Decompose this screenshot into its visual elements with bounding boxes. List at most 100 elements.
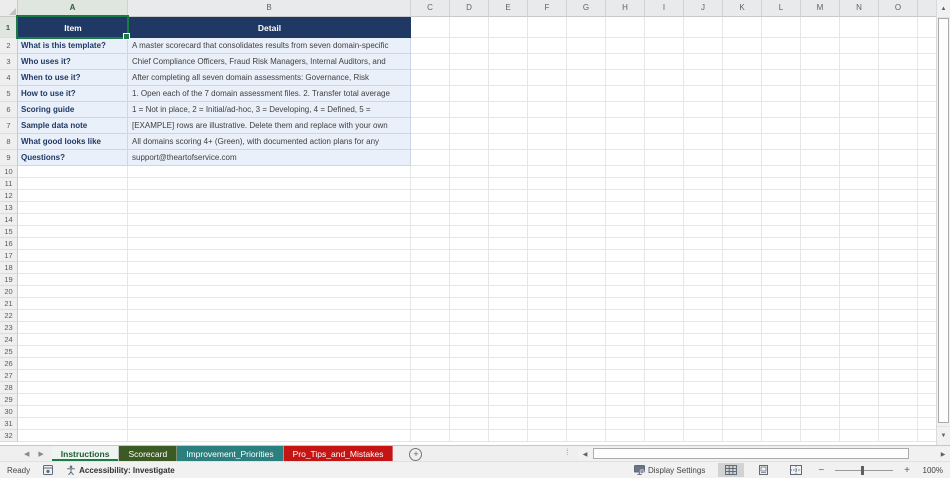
cell-H32[interactable] bbox=[606, 430, 645, 442]
cell-C29[interactable] bbox=[411, 394, 450, 406]
cell-C5[interactable] bbox=[411, 86, 450, 102]
cell-I10[interactable] bbox=[645, 166, 684, 178]
cell-I27[interactable] bbox=[645, 370, 684, 382]
cell-B6[interactable]: 1 = Not in place, 2 = Initial/ad-hoc, 3 … bbox=[128, 102, 411, 118]
cell-B31[interactable] bbox=[128, 418, 411, 430]
cell-H11[interactable] bbox=[606, 178, 645, 190]
cell-M22[interactable] bbox=[801, 310, 840, 322]
cell-G13[interactable] bbox=[567, 202, 606, 214]
row-header-23[interactable]: 23 bbox=[0, 322, 18, 334]
cell-M18[interactable] bbox=[801, 262, 840, 274]
cell-O18[interactable] bbox=[879, 262, 918, 274]
cell-O16[interactable] bbox=[879, 238, 918, 250]
row-header-18[interactable]: 18 bbox=[0, 262, 18, 274]
cell-A12[interactable] bbox=[18, 190, 128, 202]
cell-B16[interactable] bbox=[128, 238, 411, 250]
cell-E3[interactable] bbox=[489, 54, 528, 70]
cell-A26[interactable] bbox=[18, 358, 128, 370]
cell-D8[interactable] bbox=[450, 134, 489, 150]
zoom-level[interactable]: 100% bbox=[919, 466, 943, 475]
cell-I3[interactable] bbox=[645, 54, 684, 70]
cell-K19[interactable] bbox=[723, 274, 762, 286]
cell-O26[interactable] bbox=[879, 358, 918, 370]
cell-O17[interactable] bbox=[879, 250, 918, 262]
cell-L10[interactable] bbox=[762, 166, 801, 178]
cell-E15[interactable] bbox=[489, 226, 528, 238]
cell-N24[interactable] bbox=[840, 334, 879, 346]
cell-L32[interactable] bbox=[762, 430, 801, 442]
row-header-14[interactable]: 14 bbox=[0, 214, 18, 226]
cell-J1[interactable] bbox=[684, 17, 723, 38]
cell-I25[interactable] bbox=[645, 346, 684, 358]
column-header-M[interactable]: M bbox=[801, 0, 840, 17]
cell-L26[interactable] bbox=[762, 358, 801, 370]
cell-C23[interactable] bbox=[411, 322, 450, 334]
cell-H5[interactable] bbox=[606, 86, 645, 102]
cell-I20[interactable] bbox=[645, 286, 684, 298]
cell-H23[interactable] bbox=[606, 322, 645, 334]
zoom-slider-thumb[interactable] bbox=[861, 466, 864, 475]
cell-I1[interactable] bbox=[645, 17, 684, 38]
cell-M27[interactable] bbox=[801, 370, 840, 382]
cell-F22[interactable] bbox=[528, 310, 567, 322]
cell-G19[interactable] bbox=[567, 274, 606, 286]
column-header-J[interactable]: J bbox=[684, 0, 723, 17]
cell-M10[interactable] bbox=[801, 166, 840, 178]
cell-C20[interactable] bbox=[411, 286, 450, 298]
cell-G20[interactable] bbox=[567, 286, 606, 298]
cell-M26[interactable] bbox=[801, 358, 840, 370]
cell-K3[interactable] bbox=[723, 54, 762, 70]
cell-J21[interactable] bbox=[684, 298, 723, 310]
cell-M23[interactable] bbox=[801, 322, 840, 334]
cell-H10[interactable] bbox=[606, 166, 645, 178]
cell-A3[interactable]: Who uses it? bbox=[18, 54, 128, 70]
cell-N12[interactable] bbox=[840, 190, 879, 202]
row-header-5[interactable]: 5 bbox=[0, 86, 18, 102]
cell-G1[interactable] bbox=[567, 17, 606, 38]
cell-J25[interactable] bbox=[684, 346, 723, 358]
cell-M12[interactable] bbox=[801, 190, 840, 202]
cell-M14[interactable] bbox=[801, 214, 840, 226]
cell-H17[interactable] bbox=[606, 250, 645, 262]
cell-A9[interactable]: Questions? bbox=[18, 150, 128, 166]
cell-B10[interactable] bbox=[128, 166, 411, 178]
cell-E28[interactable] bbox=[489, 382, 528, 394]
cell-C8[interactable] bbox=[411, 134, 450, 150]
cell-M8[interactable] bbox=[801, 134, 840, 150]
cell-M29[interactable] bbox=[801, 394, 840, 406]
cell-C15[interactable] bbox=[411, 226, 450, 238]
cell-B17[interactable] bbox=[128, 250, 411, 262]
cell-I29[interactable] bbox=[645, 394, 684, 406]
cell-B13[interactable] bbox=[128, 202, 411, 214]
cell-O30[interactable] bbox=[879, 406, 918, 418]
cell-M19[interactable] bbox=[801, 274, 840, 286]
cell-D14[interactable] bbox=[450, 214, 489, 226]
cell-L3[interactable] bbox=[762, 54, 801, 70]
cell-G24[interactable] bbox=[567, 334, 606, 346]
cell-N11[interactable] bbox=[840, 178, 879, 190]
cell-K20[interactable] bbox=[723, 286, 762, 298]
cell-G8[interactable] bbox=[567, 134, 606, 150]
cell-M25[interactable] bbox=[801, 346, 840, 358]
cell-D18[interactable] bbox=[450, 262, 489, 274]
cell-H7[interactable] bbox=[606, 118, 645, 134]
cell-M31[interactable] bbox=[801, 418, 840, 430]
cell-I12[interactable] bbox=[645, 190, 684, 202]
cell-G32[interactable] bbox=[567, 430, 606, 442]
cell-G5[interactable] bbox=[567, 86, 606, 102]
cell-F21[interactable] bbox=[528, 298, 567, 310]
row-header-17[interactable]: 17 bbox=[0, 250, 18, 262]
cell-G11[interactable] bbox=[567, 178, 606, 190]
cell-A29[interactable] bbox=[18, 394, 128, 406]
cell-I4[interactable] bbox=[645, 70, 684, 86]
cell-N31[interactable] bbox=[840, 418, 879, 430]
cell-A6[interactable]: Scoring guide bbox=[18, 102, 128, 118]
sheet-tab-improvement_priorities[interactable]: Improvement_Priorities bbox=[177, 446, 283, 461]
cell-F17[interactable] bbox=[528, 250, 567, 262]
cell-J16[interactable] bbox=[684, 238, 723, 250]
cell-I16[interactable] bbox=[645, 238, 684, 250]
cell-I23[interactable] bbox=[645, 322, 684, 334]
cell-M24[interactable] bbox=[801, 334, 840, 346]
row-header-3[interactable]: 3 bbox=[0, 54, 18, 70]
cell-N7[interactable] bbox=[840, 118, 879, 134]
